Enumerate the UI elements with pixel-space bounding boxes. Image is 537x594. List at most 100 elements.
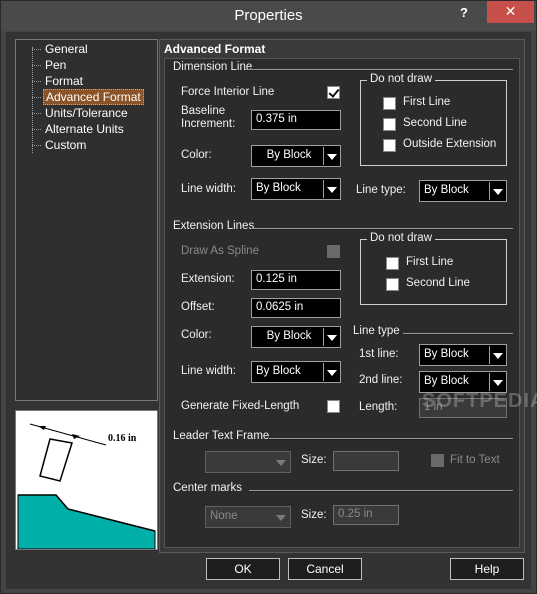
tree-item-alternate-units[interactable]: Alternate Units <box>32 122 126 138</box>
chevron-down-icon[interactable] <box>323 328 339 346</box>
offset-input[interactable]: 0.0625 in <box>251 298 341 318</box>
extension-line-width-label: Line width: <box>181 365 236 377</box>
section-extension-lines: Extension Lines <box>173 220 255 232</box>
tree-item-label: Units/Tolerance <box>45 106 128 120</box>
extension-line-width-select[interactable]: By Block <box>251 361 341 383</box>
dim-first-line-label: First Line <box>403 96 451 108</box>
center-mark-type-select[interactable]: None <box>205 506 291 528</box>
advanced-format-panel: Advanced Format Dimension Line Force Int… <box>159 39 537 553</box>
cancel-button[interactable]: Cancel <box>288 558 362 580</box>
tree-item-general[interactable]: General <box>32 42 90 58</box>
dialog-body: General Pen Format Advanced Format Units… <box>6 32 537 589</box>
chevron-down-icon[interactable] <box>323 147 339 165</box>
chevron-down-icon[interactable] <box>323 363 339 381</box>
leader-size-input[interactable] <box>333 451 399 471</box>
generate-fixed-length-checkbox[interactable] <box>327 400 340 413</box>
draw-as-spline-checkbox[interactable] <box>327 245 340 258</box>
section-divider <box>245 69 513 71</box>
dim-second-line-label: Second Line <box>403 117 467 129</box>
dimension-line-type-label: Line type: <box>356 184 406 196</box>
outside-extension-label: Outside Extension <box>403 138 497 150</box>
tree-item-label: General <box>45 42 88 56</box>
section-dimension-line: Dimension Line <box>173 61 253 73</box>
dim-second-line-checkbox[interactable] <box>383 118 396 131</box>
properties-dialog: Properties ? ✕ General Pen Format Advanc… <box>0 0 537 594</box>
center-size-label: Size: <box>301 509 327 521</box>
tree-item-units-tolerance[interactable]: Units/Tolerance <box>32 106 130 122</box>
generate-fixed-length-label: Generate Fixed-Length <box>181 400 300 412</box>
leader-frame-select[interactable] <box>205 451 291 473</box>
dimension-line-width-select[interactable]: By Block <box>251 178 341 200</box>
dim-first-line-checkbox[interactable] <box>383 97 396 110</box>
center-size-input[interactable]: 0.25 in <box>333 505 399 525</box>
preview-dimension-text: 0.16 in <box>108 433 137 444</box>
outside-extension-checkbox[interactable] <box>383 139 396 152</box>
ext-first-line-label: First Line <box>406 256 454 268</box>
tree-item-advanced-format[interactable]: Advanced Format <box>32 89 144 106</box>
section-divider <box>249 490 513 492</box>
first-line-type-select[interactable]: By Block <box>419 344 507 366</box>
second-line-type-value: By Block <box>424 375 469 387</box>
force-interior-checkbox[interactable] <box>327 86 340 99</box>
first-line-type-value: By Block <box>424 348 469 360</box>
chevron-down-icon[interactable] <box>489 182 505 200</box>
title-bar[interactable]: Properties ? ✕ <box>1 1 536 31</box>
dimension-do-not-draw-group: Do not draw First Line Second Line Outsi… <box>360 73 507 166</box>
chevron-down-icon[interactable] <box>273 508 289 526</box>
dimension-line-width-value: By Block <box>256 182 301 194</box>
help-icon[interactable]: ? <box>456 5 472 25</box>
section-leader-text-frame: Leader Text Frame <box>173 430 270 442</box>
dimension-preview: 0.16 in <box>15 410 158 550</box>
tree-item-format[interactable]: Format <box>32 74 85 90</box>
close-button[interactable]: ✕ <box>487 1 534 23</box>
first-line-type-label: 1st line: <box>359 348 399 360</box>
dimension-line-type-select[interactable]: By Block <box>419 180 507 202</box>
extension-do-not-draw-group: Do not draw First Line Second Line <box>360 232 507 305</box>
ext-second-line-checkbox[interactable] <box>386 278 399 291</box>
softpedia-watermark: SOFTPEDIA <box>422 390 537 412</box>
chevron-down-icon[interactable] <box>273 453 289 471</box>
dimension-line-type-value: By Block <box>424 184 469 196</box>
second-line-type-label: 2nd line: <box>359 374 403 386</box>
center-mark-type-value: None <box>210 510 238 522</box>
extension-line-width-value: By Block <box>256 365 301 377</box>
ext-first-line-checkbox[interactable] <box>386 257 399 270</box>
preview-fill-shape <box>17 494 156 550</box>
extension-color-value: By Block <box>266 330 312 342</box>
tree-item-label: Format <box>45 74 84 88</box>
force-interior-label: Force Interior Line <box>181 86 275 98</box>
offset-label: Offset: <box>181 301 215 313</box>
extension-input[interactable]: 0.125 in <box>251 270 341 290</box>
fit-to-text-checkbox[interactable] <box>431 454 444 467</box>
extension-color-select[interactable]: By Block <box>251 326 341 348</box>
dimension-color-label: Color: <box>181 149 212 161</box>
chevron-down-icon[interactable] <box>489 346 505 364</box>
dimension-color-select[interactable]: By Block <box>251 145 341 167</box>
leader-size-label: Size: <box>301 454 327 466</box>
group-caption: Do not draw <box>367 232 436 244</box>
preview-drawing: 0.16 in <box>17 423 156 550</box>
ext-second-line-label: Second Line <box>406 277 470 289</box>
section-center-marks: Center marks <box>173 482 243 494</box>
section-divider <box>251 228 513 230</box>
group-caption: Do not draw <box>367 73 436 85</box>
length-label: Length: <box>359 401 398 413</box>
baseline-label-1: Baseline <box>181 105 226 117</box>
ok-button[interactable]: OK <box>206 558 280 580</box>
tree-item-label: Advanced Format <box>43 89 144 105</box>
category-tree: General Pen Format Advanced Format Units… <box>15 39 158 401</box>
tree-item-label: Custom <box>45 138 87 152</box>
baseline-increment-input[interactable]: 0.375 in <box>251 110 341 130</box>
tree-item-pen[interactable]: Pen <box>32 58 68 74</box>
fit-to-text-label: Fit to Text <box>450 454 500 466</box>
dimension-line-width-label: Line width: <box>181 183 236 195</box>
chevron-down-icon[interactable] <box>489 373 505 391</box>
chevron-down-icon[interactable] <box>323 180 339 198</box>
extension-label: Extension: <box>181 273 235 285</box>
help-button[interactable]: Help <box>450 558 524 580</box>
line-type-caption: Line type <box>353 325 400 337</box>
panel-title: Advanced Format <box>164 42 266 56</box>
tree-item-custom[interactable]: Custom <box>32 138 88 154</box>
extension-color-label: Color: <box>181 329 212 341</box>
tree-item-label: Alternate Units <box>45 122 124 136</box>
